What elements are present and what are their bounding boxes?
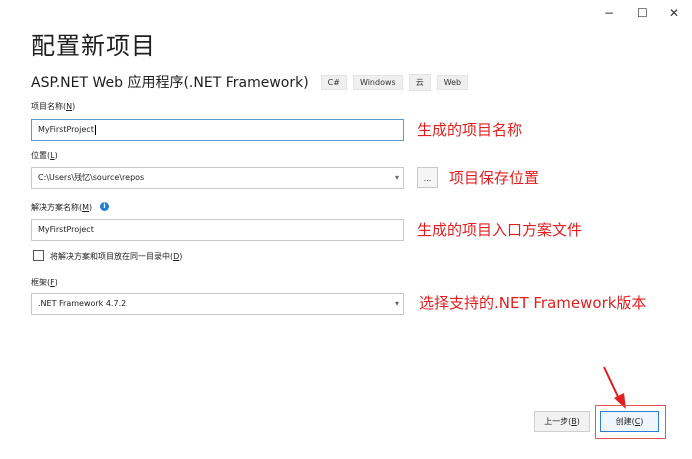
template-info: ASP.NET Web 应用程序(.NET Framework) C# Wind… [31, 72, 474, 92]
maximize-button[interactable]: ☐ [637, 6, 648, 20]
location-combobox[interactable]: C:\Users\残忆\source\repos ▾ [31, 167, 404, 189]
annotation-project-name: 生成的项目名称 [417, 121, 523, 139]
framework-select[interactable]: .NET Framework 4.7.2 ▾ [31, 293, 404, 315]
same-directory-checkbox[interactable] [33, 250, 44, 261]
tag-language: C# [320, 74, 347, 90]
info-icon[interactable]: i [100, 202, 109, 211]
minimize-button[interactable]: − [604, 6, 614, 20]
location-label: 位置(L) [31, 151, 58, 160]
annotation-solution-name: 生成的项目入口方案文件 [417, 221, 583, 239]
solution-name-label: 解决方案名称(M) [31, 203, 93, 212]
close-button[interactable]: ✕ [669, 6, 679, 20]
chevron-down-icon[interactable]: ▾ [395, 294, 399, 314]
same-directory-label[interactable]: 将解决方案和项目放在同一目录中(D) [50, 251, 182, 262]
project-name-input[interactable]: MyFirstProject [31, 119, 404, 141]
tag-cloud: 云 [408, 73, 431, 91]
annotation-framework: 选择支持的.NET Framework版本 [419, 294, 647, 312]
back-button[interactable]: 上一步(B) [534, 411, 590, 432]
template-name: ASP.NET Web 应用程序(.NET Framework) [31, 75, 309, 91]
create-button[interactable]: 创建(C) [600, 411, 659, 432]
framework-label: 框架(F) [31, 278, 58, 287]
chevron-down-icon[interactable]: ▾ [395, 168, 399, 188]
browse-button[interactable]: ... [417, 167, 438, 188]
tag-web: Web [436, 74, 469, 90]
tag-platform: Windows [352, 74, 403, 90]
project-name-label: 项目名称(N) [31, 102, 76, 111]
page-title: 配置新项目 [31, 32, 156, 60]
solution-name-input[interactable]: MyFirstProject [31, 219, 404, 241]
text-caret [94, 124, 96, 135]
annotation-location: 项目保存位置 [449, 169, 540, 187]
